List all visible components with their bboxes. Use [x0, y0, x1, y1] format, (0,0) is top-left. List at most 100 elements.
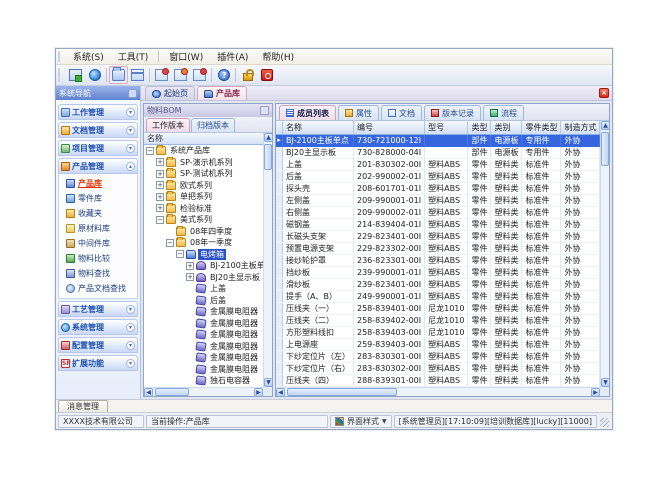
main-tab[interactable]: 产品库	[197, 86, 247, 100]
column-header[interactable]: 制造方式	[561, 121, 600, 134]
tree-node[interactable]: +欧式系列	[144, 180, 263, 192]
table-row[interactable]: 压线夹（二）258-839402-00I尼龙1010零件塑料类标准件外协条	[276, 314, 609, 326]
tree-node[interactable]: +检验标准	[144, 203, 263, 215]
pin-icon[interactable]	[260, 106, 269, 115]
tree-node[interactable]: +SP-测试机系列	[144, 168, 263, 180]
sidebar-group-header[interactable]: 系统管理▾	[58, 319, 138, 335]
table-row[interactable]: 后盖202-990002-01I塑料ABS零件塑料类标准件外协条	[276, 170, 609, 182]
tree-vertical-scrollbar[interactable]: ▲ ▼	[263, 133, 272, 387]
sidebar-item[interactable]: 产品库	[65, 176, 137, 191]
sidebar-group-header[interactable]: 配置管理▾	[58, 337, 138, 353]
toolbar-button[interactable]	[190, 66, 209, 84]
tree-expander-icon[interactable]: +	[156, 158, 164, 166]
sidebar-group-header[interactable]: 文档管理▾	[58, 122, 138, 138]
sidebar-item[interactable]: 零件库	[65, 191, 137, 206]
toolbar-button[interactable]	[257, 66, 276, 84]
tree-node[interactable]: +BJ-2100主板单点	[144, 260, 263, 272]
column-header[interactable]: 零件类型	[522, 121, 561, 134]
tree-node[interactable]: 独石电容器	[144, 375, 263, 387]
scroll-left-icon[interactable]: ◀	[276, 388, 285, 396]
toolbar-button[interactable]	[171, 66, 190, 84]
tree-node[interactable]: 后盖	[144, 295, 263, 307]
menu-item[interactable]: 插件(A)	[210, 49, 255, 64]
toolbar-button[interactable]	[152, 66, 171, 84]
detail-tab[interactable]: 流程	[483, 105, 524, 120]
menu-item[interactable]: 系统(S)	[66, 49, 111, 64]
table-row[interactable]: 滑纱板239-823401-00I塑料ABS零件塑料类标准件外协条	[276, 278, 609, 290]
sidebar-item[interactable]: 收藏夹	[65, 206, 137, 221]
chevron-down-icon[interactable]: ▾	[126, 108, 135, 117]
detail-tab[interactable]: 版本记录	[424, 105, 481, 120]
version-tab[interactable]: 工作版本	[146, 118, 190, 132]
scrollbar-thumb[interactable]	[601, 132, 609, 166]
sidebar-item[interactable]: 中间件库	[65, 236, 137, 251]
scroll-right-icon[interactable]: ▶	[591, 388, 600, 396]
column-header[interactable]: 类别	[491, 121, 522, 134]
tree-expander-icon[interactable]: +	[186, 273, 194, 281]
sidebar-item[interactable]: 原材料库	[65, 221, 137, 236]
ui-style-selector[interactable]: 界面样式 ▼	[330, 415, 392, 428]
scroll-down-icon[interactable]: ▼	[264, 378, 272, 387]
table-vertical-scrollbar[interactable]: ▲ ▼	[600, 121, 609, 387]
table-row[interactable]: 下纱定位片（右）283-830302-00I塑料ABS零件塑料类标准件外协条	[276, 362, 609, 374]
column-header[interactable]: 编号	[354, 121, 425, 134]
menu-item[interactable]: 工具(T)	[111, 49, 156, 64]
scrollbar-thumb[interactable]	[287, 388, 397, 396]
chevron-down-icon[interactable]: ▾	[126, 144, 135, 153]
tree-node[interactable]: 金属膜电阻器	[144, 329, 263, 341]
sidebar-item[interactable]: 产品文档查找	[65, 281, 137, 296]
tree-node[interactable]: 金属膜电阻器	[144, 352, 263, 364]
tree-node[interactable]: +BJ20主显示板	[144, 272, 263, 284]
scroll-up-icon[interactable]: ▲	[601, 121, 609, 130]
tree-expander-icon[interactable]: +	[156, 204, 164, 212]
scroll-left-icon[interactable]: ◀	[144, 388, 153, 396]
table-row[interactable]: 接纱轮护罩236-823301-00I塑料ABS零件塑料类标准件外协条	[276, 254, 609, 266]
main-tab[interactable]: 起始页	[145, 86, 195, 100]
tree-node[interactable]: 上盖	[144, 283, 263, 295]
detail-tab[interactable]: 文档	[381, 105, 422, 120]
scroll-right-icon[interactable]: ▶	[254, 388, 263, 396]
sidebar-group-header[interactable]: 产品管理▴	[58, 158, 138, 174]
tree-expander-icon[interactable]: −	[156, 216, 164, 224]
sidebar-group-header[interactable]: 项目管理▾	[58, 140, 138, 156]
sidebar-item[interactable]: 物料比较	[65, 251, 137, 266]
tree-node[interactable]: 金属膜电阻器	[144, 341, 263, 353]
sidebar-group-header[interactable]: 工艺管理▾	[58, 301, 138, 317]
tree-node[interactable]: −系统产品库	[144, 145, 263, 157]
table-row[interactable]: 左侧盖209-990001-01I塑料ABS零件塑料类标准件外协条	[276, 194, 609, 206]
column-header[interactable]: 型号	[425, 121, 468, 134]
tree-node[interactable]: 08年四季度	[144, 226, 263, 238]
table-row[interactable]: 上电源座259-839403-00I塑料ABS零件塑料类标准件外协条	[276, 338, 609, 350]
toolbar-button[interactable]	[66, 66, 85, 84]
message-manager-tab[interactable]: 消息管理	[58, 400, 108, 412]
sidebar-collapse-icon[interactable]	[128, 89, 137, 98]
tree-horizontal-scrollbar[interactable]: ◀ ▶	[144, 387, 263, 396]
table-row[interactable]: 上盖201-830302-00I塑料ABS零件塑料类标准件外协条	[276, 158, 609, 170]
tree-node[interactable]: −08年一季度	[144, 237, 263, 249]
toolbar-button[interactable]	[214, 66, 233, 84]
tree-expander-icon[interactable]: +	[186, 262, 194, 270]
tree-node[interactable]: −电烤箱	[144, 249, 263, 261]
table-row[interactable]: 下纱定位片（左）283-830301-00I塑料ABS零件塑料类标准件外协条	[276, 350, 609, 362]
chevron-down-icon[interactable]: ▾	[126, 341, 135, 350]
scroll-up-icon[interactable]: ▲	[264, 133, 272, 142]
tree-expander-icon[interactable]: +	[156, 181, 164, 189]
column-header[interactable]: 类型	[468, 121, 491, 134]
table-row[interactable]: 探头壳208-601701-01I塑料ABS零件塑料类标准件外协条	[276, 182, 609, 194]
tree-expander-icon[interactable]: −	[176, 250, 184, 258]
table-row[interactable]: 右侧盖209-990002-01I塑料ABS零件塑料类标准件外协条	[276, 206, 609, 218]
scrollbar-thumb[interactable]	[155, 388, 189, 396]
detail-tab[interactable]: 成员列表	[279, 105, 336, 120]
table-row[interactable]: ▸BJ-2100主板单点730-721000-12I部件电源板专用件外协颗	[276, 134, 609, 146]
table-row[interactable]: 长磁头支架229-823401-00I塑料ABS零件塑料类标准件外协条	[276, 230, 609, 242]
version-tab[interactable]: 归档版本	[191, 118, 235, 132]
table-row[interactable]: BJ20主显示板730-828000-04I部件电源板专用件外协颗	[276, 146, 609, 158]
table-row[interactable]: 预置电源支架229-823302-00I塑料ABS零件塑料类标准件外协条	[276, 242, 609, 254]
table-row[interactable]: 提手（A、B）249-990001-01I塑料ABS零件塑料类标准件外协条	[276, 290, 609, 302]
tree-node[interactable]: 金属膜电阻器	[144, 364, 263, 376]
table-row[interactable]: 压线夹（一）258-839401-00I尼龙1010零件塑料类标准件外协条	[276, 302, 609, 314]
tree-expander-icon[interactable]: +	[156, 193, 164, 201]
sidebar-item[interactable]: 物料查找	[65, 266, 137, 281]
tree-node[interactable]: +SP-演示机系列	[144, 157, 263, 169]
column-header[interactable]: 名称	[283, 121, 354, 134]
